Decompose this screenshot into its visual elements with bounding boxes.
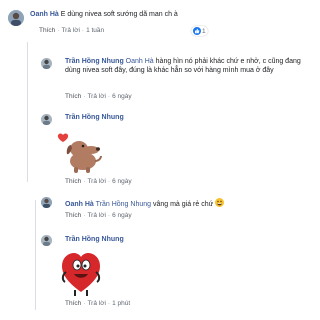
grinning-face-emoji [215,198,225,207]
comment-1-body: Oanh Hà E dùng nivea soft sướng dã man c… [30,11,320,18]
avatar-oanh-ha[interactable] [8,10,24,26]
comment-text: E dùng nivea soft sướng dã man ch à [60,11,178,18]
comment-author[interactable]: Trần Hồng Nhung [65,114,124,121]
reply-link[interactable]: Trả lời [61,27,79,34]
timestamp[interactable]: 6 ngày [112,93,132,100]
comment-2-actions: Thích · Trả lời · 6 ngày [65,93,132,100]
reaction-count: 1 [202,27,206,35]
reaction-summary[interactable]: 1 [191,26,208,36]
timestamp[interactable]: 1 phút [112,300,130,307]
comment-2-body: Trần Hồng Nhung Oanh Hà hàng hìn nó phải… [65,57,313,75]
heart-character-sticker [60,248,102,298]
avatar-tran-hong-nhung[interactable] [41,58,52,69]
like-link[interactable]: Thích [65,178,81,185]
avatar-tran-hong-nhung[interactable] [41,114,52,125]
timestamp[interactable]: 1 tuần [86,27,104,34]
avatar-tran-hong-nhung[interactable] [41,235,52,246]
comment-1-actions: Thích · Trả lời · 1 tuần [39,27,105,34]
thread-line [35,200,36,310]
avatar-oanh-ha[interactable] [41,197,52,208]
reply-link[interactable]: Trả lời [87,93,105,100]
comment-author[interactable]: Oanh Hà [65,201,94,208]
mention-link[interactable]: Trần Hồng Nhung [96,201,151,208]
comment-4-body: Oanh Hà Trần Hồng Nhung vâng mà giá rẻ c… [65,198,225,208]
reply-link[interactable]: Trả lời [87,300,105,307]
like-link[interactable]: Thích [39,27,55,34]
like-reaction-icon [193,27,201,35]
comment-5-actions: Thích · Trả lời · 1 phút [65,300,131,307]
like-link[interactable]: Thích [65,93,81,100]
dog-with-heart-sticker [57,129,109,175]
mention-link[interactable]: Oanh Hà [126,58,154,65]
comment-author[interactable]: Trần Hồng Nhung [65,236,124,243]
comment-text: vâng mà giá rẻ chứ [152,201,214,208]
comment-author[interactable]: Trần Hồng Nhung [65,58,124,65]
timestamp[interactable]: 6 ngày [112,178,132,185]
reply-link[interactable]: Trả lời [87,212,105,219]
comment-4-actions: Thích · Trả lời · 6 ngày [65,212,132,219]
like-link[interactable]: Thích [65,212,81,219]
like-link[interactable]: Thích [65,300,81,307]
reply-link[interactable]: Trả lời [87,178,105,185]
thread-line [27,42,28,182]
comment-author[interactable]: Oanh Hà [30,11,59,18]
comment-3-actions: Thích · Trả lời · 6 ngày [65,178,132,185]
timestamp[interactable]: 6 ngày [112,212,132,219]
